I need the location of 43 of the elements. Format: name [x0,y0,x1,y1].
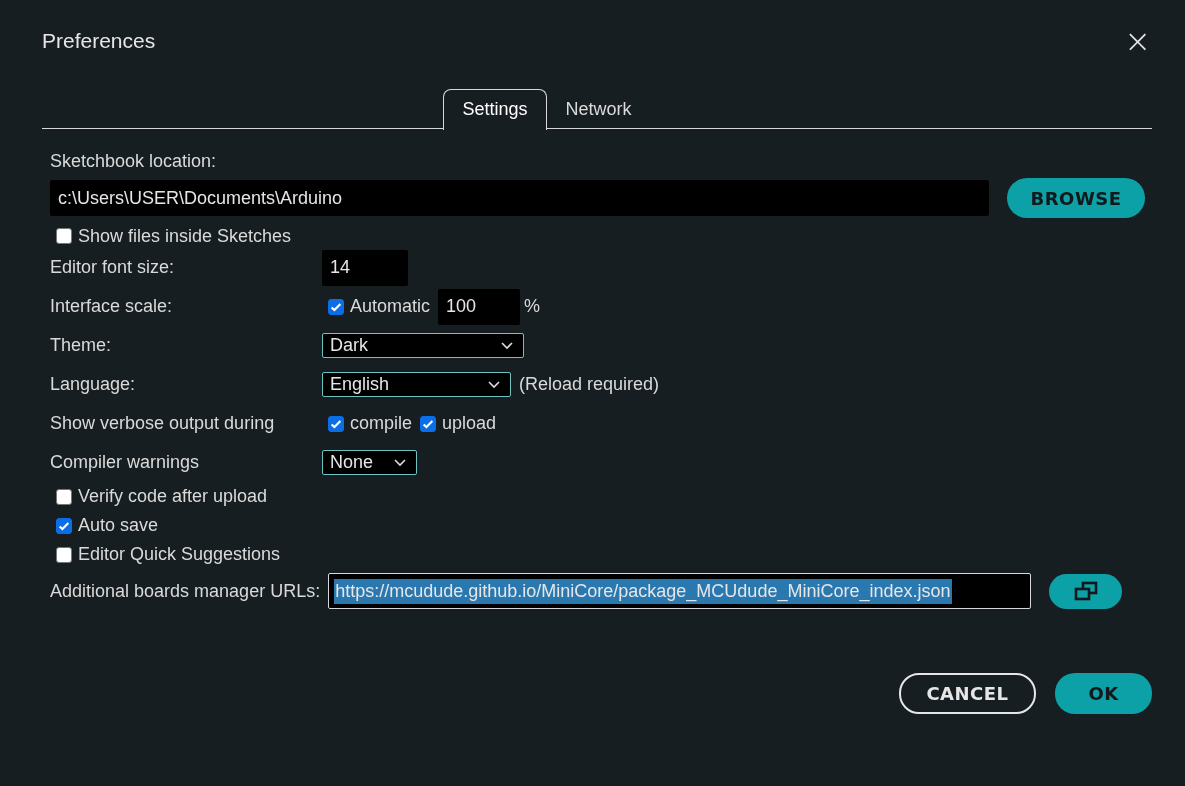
field-label: Theme: [50,335,113,356]
browse-button[interactable]: BROWSE [1007,178,1145,218]
windows-icon [1073,581,1098,601]
field-label: Editor font size: [50,257,176,278]
open-editor-button[interactable] [1049,573,1123,609]
checkbox-label: Auto save [78,515,159,536]
field-label: Language: [50,374,137,395]
checkbox[interactable] [56,546,72,563]
url-field[interactable]: https://mcudude.github.io/MiniCore/package_MCUdude_MiniCore_index.json [328,573,1032,609]
checkbox[interactable] [56,488,72,505]
unit-label: % [524,296,541,317]
field-label: Additional boards manager URLs: [50,580,321,602]
checkbox[interactable] [328,415,344,432]
field-label: Compiler warnings [50,452,201,473]
tab[interactable]: Settings [443,88,547,130]
field-label: Sketchbook location: [50,151,218,172]
tab[interactable]: Network [546,88,651,130]
checkbox-label: compile [350,413,413,434]
checkbox[interactable] [328,298,344,315]
cancel-button[interactable]: CANCEL [899,673,1036,714]
checkbox[interactable] [420,415,437,432]
checkbox-label: Editor Quick Suggestions [78,544,281,565]
language-dropdown[interactable]: English [322,372,511,397]
ok-button[interactable]: OK [1055,673,1152,714]
window-title: Preferences [42,29,156,53]
checkbox-label: upload [442,413,497,434]
note-text: (Reload required) [519,374,660,395]
checkbox[interactable] [56,517,72,534]
chevron-down-icon [394,458,406,467]
warnings-dropdown[interactable]: None [322,450,417,475]
chevron-down-icon [488,380,500,389]
input-field[interactable]: 100 [438,288,521,325]
theme-dropdown[interactable]: Dark [322,333,524,358]
chevron-down-icon [501,341,513,350]
checkbox-label: Verify code after upload [78,486,268,507]
checkbox-label: Automatic [350,296,431,317]
input-field[interactable]: 14 [322,249,408,286]
input-field[interactable]: c:\Users\USER\Documents\Arduino [50,180,989,216]
field-label: Interface scale: [50,296,174,317]
close-button[interactable]: × [1124,27,1151,55]
checkbox[interactable] [56,228,72,244]
checkbox-label: Show files inside Sketches [78,225,292,247]
field-label: Show verbose output during [50,413,276,434]
